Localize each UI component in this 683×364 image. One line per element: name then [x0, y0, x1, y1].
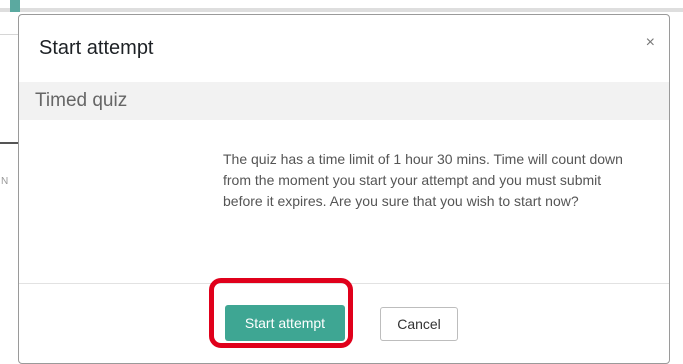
- cancel-button[interactable]: Cancel: [380, 307, 458, 341]
- dialog-title: Start attempt: [39, 37, 154, 59]
- dialog-footer-divider: [19, 283, 669, 284]
- background-divider: [0, 34, 20, 35]
- start-attempt-dialog: Start attempt × Timed quiz The quiz has …: [18, 14, 670, 364]
- background-tick: [0, 142, 18, 144]
- start-attempt-button[interactable]: Start attempt: [225, 305, 345, 341]
- close-icon[interactable]: ×: [646, 35, 655, 51]
- dialog-message: The quiz has a time limit of 1 hour 30 m…: [223, 151, 623, 209]
- background-side-glyph: N: [1, 176, 9, 187]
- background-tab-marker: [10, 0, 20, 12]
- section-header: Timed quiz: [19, 82, 669, 120]
- section-title: Timed quiz: [35, 90, 128, 111]
- background-nav-strip: [0, 8, 683, 12]
- dialog-header: Start attempt ×: [19, 15, 669, 81]
